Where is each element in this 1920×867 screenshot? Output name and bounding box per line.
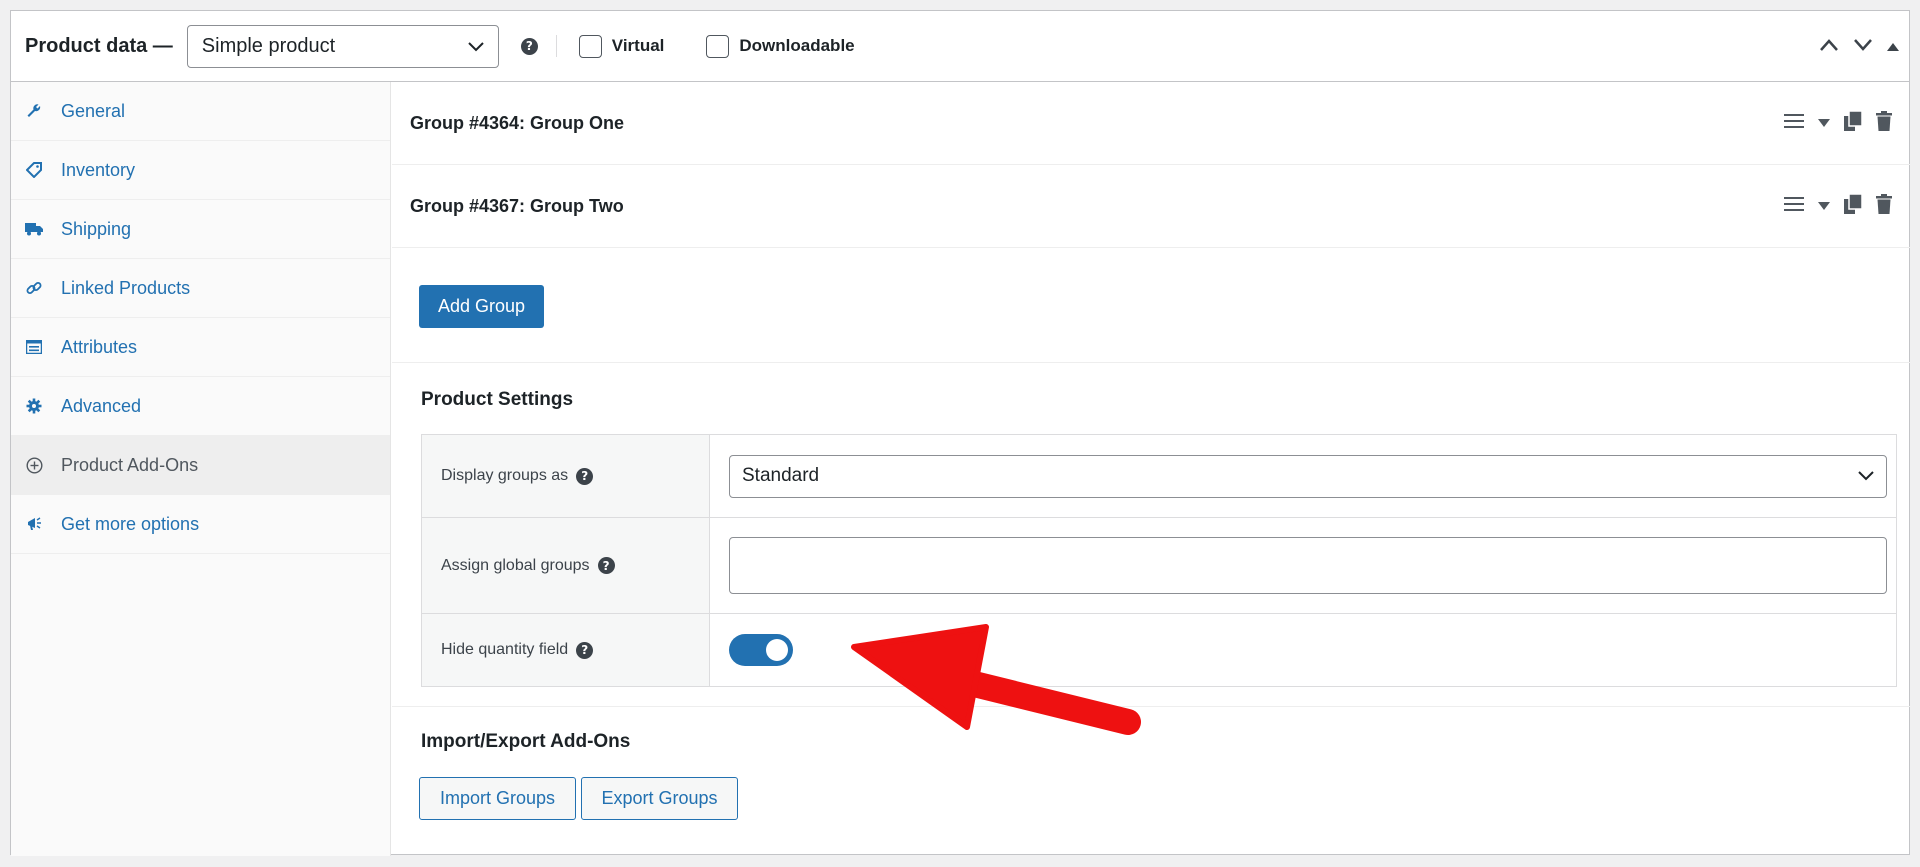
wrench-icon bbox=[25, 103, 43, 119]
section-divider bbox=[392, 362, 1910, 363]
header-divider bbox=[555, 35, 557, 57]
assign-global-label: Assign global groups bbox=[441, 556, 590, 574]
trash-icon[interactable] bbox=[1876, 110, 1892, 136]
display-groups-value: Standard bbox=[742, 465, 820, 486]
list-icon bbox=[25, 340, 43, 354]
settings-label: Hide quantity field ? bbox=[422, 614, 710, 686]
display-groups-label: Display groups as bbox=[441, 467, 569, 484]
group-row[interactable]: Group #4367: Group Two bbox=[392, 165, 1910, 248]
help-icon[interactable]: ? bbox=[520, 37, 538, 55]
virtual-checkbox[interactable] bbox=[578, 34, 602, 58]
move-up-icon[interactable] bbox=[1819, 35, 1839, 58]
settings-field: Standard bbox=[710, 435, 1896, 517]
tab-label: Get more options bbox=[61, 513, 200, 534]
downloadable-checkbox[interactable] bbox=[706, 34, 730, 58]
virtual-option[interactable]: Virtual bbox=[578, 34, 665, 58]
menu-icon[interactable] bbox=[1784, 196, 1804, 216]
tab-label: Product Add-Ons bbox=[61, 454, 199, 475]
duplicate-icon[interactable] bbox=[1844, 192, 1863, 219]
tab-label: Shipping bbox=[61, 218, 132, 239]
virtual-label: Virtual bbox=[611, 36, 665, 55]
group-row[interactable]: Group #4364: Group One bbox=[392, 82, 1910, 165]
duplicate-icon[interactable] bbox=[1844, 109, 1863, 136]
assign-global-groups-input[interactable] bbox=[729, 537, 1887, 594]
tab-advanced[interactable]: Advanced bbox=[11, 377, 390, 436]
group-tools bbox=[1784, 109, 1892, 136]
display-groups-select[interactable]: Standard bbox=[729, 454, 1887, 498]
annotation-arrow-icon bbox=[851, 624, 1141, 735]
gear-icon bbox=[25, 398, 43, 414]
link-icon bbox=[25, 280, 43, 296]
tab-attributes[interactable]: Attributes bbox=[11, 318, 390, 377]
group-title: Group #4364: Group One bbox=[410, 112, 625, 133]
tab-label: Inventory bbox=[61, 159, 136, 180]
panel-controls bbox=[1819, 11, 1899, 82]
settings-label: Display groups as ? bbox=[422, 435, 710, 517]
group-title: Group #4367: Group Two bbox=[410, 195, 624, 216]
help-icon[interactable]: ? bbox=[576, 641, 594, 659]
import-export-title: Import/Export Add-Ons bbox=[421, 731, 631, 752]
tab-label: General bbox=[61, 100, 126, 121]
settings-row-display-groups: Display groups as ? Standard bbox=[422, 435, 1896, 518]
tab-label: Advanced bbox=[61, 395, 142, 416]
collapse-toggle-icon[interactable] bbox=[1887, 35, 1899, 58]
help-icon[interactable]: ? bbox=[597, 557, 615, 574]
tab-general[interactable]: General bbox=[11, 82, 390, 141]
hide-quantity-label: Hide quantity field bbox=[441, 641, 569, 658]
tab-inventory[interactable]: Inventory bbox=[11, 141, 390, 200]
group-tools bbox=[1784, 192, 1892, 219]
caret-down-icon[interactable] bbox=[1818, 197, 1830, 215]
downloadable-option[interactable]: Downloadable bbox=[706, 34, 855, 58]
trash-icon[interactable] bbox=[1876, 193, 1892, 219]
product-settings-title: Product Settings bbox=[421, 389, 574, 410]
product-type-select[interactable]: Simple product bbox=[186, 24, 499, 68]
truck-icon bbox=[25, 222, 43, 236]
import-groups-button[interactable]: Import Groups bbox=[419, 777, 576, 820]
tag-icon bbox=[25, 162, 43, 178]
settings-field bbox=[710, 518, 1896, 613]
tab-linked-products[interactable]: Linked Products bbox=[11, 259, 390, 318]
chevron-down-icon bbox=[468, 35, 484, 58]
move-down-icon[interactable] bbox=[1853, 35, 1873, 58]
settings-row-assign-global: Assign global groups ? bbox=[422, 518, 1896, 614]
tab-label: Attributes bbox=[61, 336, 138, 357]
tab-get-more-options[interactable]: Get more options bbox=[11, 495, 390, 554]
megaphone-icon bbox=[25, 516, 43, 532]
add-group-button[interactable]: Add Group bbox=[419, 285, 544, 328]
menu-icon[interactable] bbox=[1784, 113, 1804, 133]
settings-label: Assign global groups ? bbox=[422, 518, 710, 613]
panel-title: Product data — bbox=[25, 34, 173, 57]
tab-product-add-ons[interactable]: Product Add-Ons bbox=[11, 436, 390, 495]
help-icon[interactable]: ? bbox=[576, 467, 594, 485]
tab-label: Linked Products bbox=[61, 277, 191, 298]
product-type-value: Simple product bbox=[201, 34, 336, 57]
plus-circle-icon bbox=[25, 456, 43, 474]
tab-shipping[interactable]: Shipping bbox=[11, 200, 390, 259]
hide-quantity-toggle[interactable] bbox=[729, 634, 793, 666]
panel-header: Product data — Simple product ? Virtual … bbox=[11, 11, 1909, 82]
toggle-knob bbox=[766, 639, 788, 661]
downloadable-label: Downloadable bbox=[739, 36, 855, 55]
chevron-down-icon bbox=[1858, 465, 1874, 487]
caret-down-icon[interactable] bbox=[1818, 114, 1830, 132]
export-groups-button[interactable]: Export Groups bbox=[581, 777, 738, 820]
product-data-tabs: General Inventory Shipping Linked Produc… bbox=[11, 82, 391, 856]
